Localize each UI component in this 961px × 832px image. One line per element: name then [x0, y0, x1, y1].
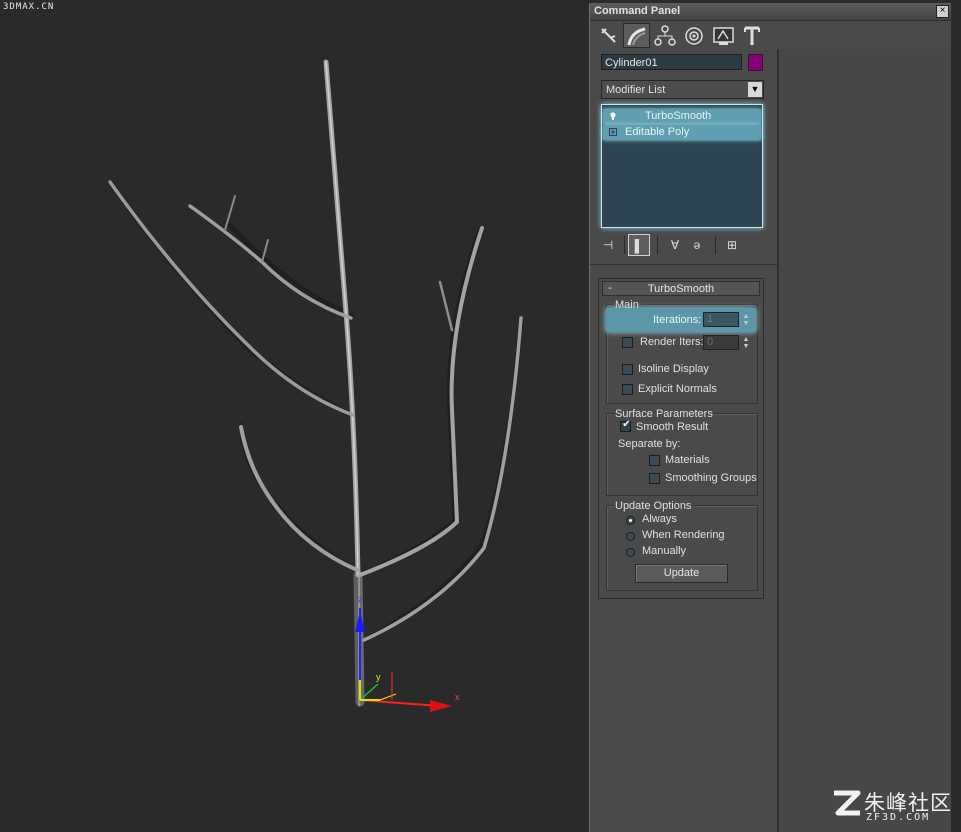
tab-hierarchy[interactable] — [652, 23, 679, 48]
smooth-result-checkbox[interactable]: ✔ — [620, 419, 631, 432]
panel-separator — [590, 264, 777, 265]
checkmark-icon: ✔ — [622, 419, 631, 430]
chevron-down-icon[interactable]: ▼ — [748, 82, 762, 97]
modifier-list-label: Modifier List — [606, 84, 666, 96]
stack-item-turbosmooth[interactable]: TurboSmooth — [603, 109, 761, 124]
materials-checkbox[interactable] — [649, 455, 660, 466]
tab-modify[interactable] — [623, 23, 650, 48]
object-color-swatch[interactable] — [748, 54, 763, 71]
tab-utilities[interactable] — [739, 23, 766, 48]
group-update-title: Update Options — [613, 500, 694, 512]
smoothing-groups-checkbox[interactable] — [649, 473, 660, 484]
render-iters-label: Render Iters: — [640, 336, 704, 348]
rollout-title: TurboSmooth — [647, 283, 715, 295]
panel-tabs — [593, 23, 951, 49]
expand-plus-icon[interactable] — [609, 128, 617, 136]
when-rendering-label: When Rendering — [642, 529, 725, 541]
hierarchy-icon — [654, 25, 676, 46]
modify-icon — [627, 27, 646, 46]
tab-motion[interactable] — [681, 23, 708, 48]
object-name-field[interactable]: Cylinder01 — [601, 54, 742, 70]
explicit-normals-label: Explicit Normals — [638, 383, 717, 395]
gizmo-x-label: x — [455, 692, 460, 702]
rollout-header[interactable]: - TurboSmooth — [602, 281, 760, 296]
iterations-label: Iterations: — [653, 314, 702, 326]
gizmo-y-label: y — [376, 672, 381, 682]
render-iters-spinner[interactable]: ▲ ▼ — [741, 336, 751, 351]
watermark-top-left: 3DMAX.CN — [3, 2, 55, 12]
radio-selected-dot — [629, 519, 632, 522]
manually-label: Manually — [642, 545, 687, 557]
isoline-display-checkbox[interactable] — [622, 364, 633, 375]
gizmo-z-label: z — [358, 594, 363, 604]
viewport-perspective[interactable]: z y x — [0, 0, 589, 832]
watermark-bottom-right: 朱峰社区 ZF3D.COM — [830, 785, 955, 830]
utilities-icon — [744, 26, 760, 45]
update-button[interactable]: Update — [635, 564, 728, 583]
tab-create[interactable] — [595, 23, 622, 48]
show-end-result-icon[interactable]: ▌ — [628, 234, 650, 256]
command-panel: Command Panel × Cylinder01 Modifier List… — [589, 3, 951, 832]
render-iters-checkbox[interactable] — [622, 337, 633, 348]
tree-mesh: z y x — [107, 59, 524, 712]
isoline-display-label: Isoline Display — [638, 363, 709, 375]
materials-label: Materials — [665, 454, 710, 466]
lightbulb-icon[interactable] — [609, 112, 617, 120]
panel-right-area — [779, 49, 951, 832]
stack-item-label: Editable Poly — [625, 126, 690, 138]
watermark-url-text: ZF3D.COM — [866, 812, 931, 823]
iterations-spinner[interactable]: ▲ ▼ — [741, 313, 751, 328]
panel-title: Command Panel — [594, 5, 681, 17]
motion-icon — [685, 27, 703, 45]
smooth-result-label: Smooth Result — [636, 421, 709, 433]
make-unique-icon[interactable]: ∀ — [664, 234, 686, 256]
zf-logo-icon — [834, 790, 861, 816]
render-iters-input[interactable]: 0 — [703, 335, 739, 350]
iterations-input[interactable]: 1 — [703, 312, 739, 327]
panel-titlebar[interactable]: Command Panel × — [590, 3, 951, 21]
smoothing-groups-label: Smoothing Groups — [665, 472, 757, 484]
toolbar-separator — [715, 236, 716, 254]
remove-modifier-icon[interactable]: ǝ — [686, 234, 708, 256]
stack-toolbar: ⊣ ▌ ∀ ǝ ⊞ — [601, 234, 764, 256]
stack-item-label: TurboSmooth — [645, 110, 712, 122]
configure-modifier-sets-icon[interactable]: ⊞ — [721, 234, 743, 256]
display-icon — [713, 27, 734, 45]
stack-item-editable-poly[interactable]: Editable Poly — [603, 125, 761, 140]
create-icon — [601, 28, 616, 43]
manually-radio[interactable] — [626, 548, 635, 557]
tab-display[interactable] — [710, 23, 737, 48]
always-radio[interactable] — [626, 516, 635, 525]
explicit-normals-checkbox[interactable] — [622, 384, 633, 395]
toolbar-separator — [624, 236, 625, 254]
pin-stack-icon[interactable]: ⊣ — [597, 234, 619, 256]
modifier-stack[interactable]: TurboSmooth Editable Poly — [601, 104, 763, 228]
modifier-list-dropdown[interactable]: Modifier List ▼ — [601, 80, 764, 99]
close-button[interactable]: × — [936, 5, 949, 18]
always-label: Always — [642, 513, 677, 525]
separate-by-label: Separate by: — [618, 438, 681, 450]
toolbar-separator — [657, 236, 658, 254]
when-rendering-radio[interactable] — [626, 532, 635, 541]
